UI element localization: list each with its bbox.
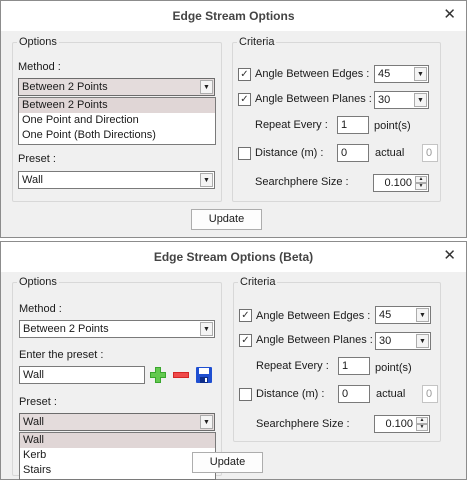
repeat-input-value: 1	[341, 119, 348, 131]
chevron-down-icon[interactable]: ▼	[414, 93, 427, 107]
distance-input[interactable]: 0	[337, 144, 369, 162]
method-label: Method :	[18, 61, 61, 73]
title-bar: Edge Stream Options (Beta) ✕	[1, 242, 466, 272]
repeat-unit-label: point(s)	[375, 362, 412, 374]
distance-checkbox[interactable]	[239, 388, 252, 401]
options-group-label: Options	[19, 276, 57, 288]
distance-input-value: 0	[341, 147, 348, 159]
preset-option[interactable]: Wall	[20, 433, 215, 448]
searchsphere-spinner[interactable]: 0.100 ▲ ▼	[373, 174, 429, 192]
repeat-input[interactable]: 1	[338, 357, 370, 375]
angle-edges-label: Angle Between Edges :	[255, 68, 370, 80]
method-select-value: Between 2 Points	[22, 81, 108, 93]
distance-label: Distance (m) :	[255, 147, 324, 159]
angle-edges-select[interactable]: 45 ▼	[375, 306, 431, 324]
method-select[interactable]: Between 2 Points ▼	[18, 78, 215, 96]
angle-planes-value: 30	[378, 94, 391, 106]
preset-select-value: Wall	[23, 416, 44, 428]
distance-checkbox[interactable]	[238, 147, 251, 160]
angle-planes-select[interactable]: 30 ▼	[375, 332, 431, 350]
options-group-label: Options	[19, 36, 57, 48]
angle-planes-checkbox[interactable]: ✓	[238, 93, 251, 106]
method-option[interactable]: Between 2 Points	[19, 98, 215, 113]
preset-dropdown-list: Wall Kerb Stairs	[19, 432, 216, 480]
repeat-label: Repeat Every :	[255, 119, 328, 131]
spin-down-icon[interactable]: ▼	[416, 424, 428, 431]
actual-label: actual	[376, 388, 406, 400]
searchsphere-label: Searchphere Size :	[255, 176, 349, 188]
chevron-down-icon[interactable]: ▼	[414, 67, 427, 81]
preset-option[interactable]: Kerb	[20, 448, 215, 463]
searchsphere-value: 0.100	[384, 177, 412, 189]
method-select[interactable]: Between 2 Points ▼	[19, 320, 215, 338]
enter-preset-label: Enter the preset :	[19, 349, 104, 361]
actual-input: 0	[422, 385, 438, 403]
close-icon[interactable]: ✕	[443, 7, 456, 23]
searchsphere-spinner[interactable]: 0.100 ▲ ▼	[374, 415, 430, 433]
actual-input: 0	[422, 144, 438, 162]
spin-up-icon[interactable]: ▲	[415, 176, 427, 183]
preset-name-input[interactable]: Wall	[19, 366, 145, 384]
method-select-value: Between 2 Points	[23, 323, 109, 335]
criteria-group-label: Criteria	[240, 276, 276, 288]
angle-edges-checkbox[interactable]: ✓	[238, 68, 251, 81]
close-icon[interactable]: ✕	[443, 248, 456, 264]
angle-edges-select[interactable]: 45 ▼	[374, 65, 429, 83]
chevron-down-icon[interactable]: ▼	[416, 308, 429, 322]
spin-up-icon[interactable]: ▲	[416, 417, 428, 424]
searchsphere-value: 0.100	[385, 418, 413, 430]
edge-stream-options-beta-window: Edge Stream Options (Beta) ✕ Options Met…	[0, 241, 467, 480]
actual-input-value: 0	[426, 388, 433, 400]
plus-icon[interactable]	[148, 365, 168, 385]
window-title: Edge Stream Options	[172, 9, 295, 23]
preset-select-value: Wall	[22, 174, 43, 186]
actual-label: actual	[375, 147, 405, 159]
angle-planes-label: Angle Between Planes :	[255, 93, 372, 105]
chevron-down-icon[interactable]: ▼	[200, 173, 213, 187]
preset-label: Preset :	[18, 153, 56, 165]
searchsphere-label: Searchphere Size :	[256, 418, 350, 430]
method-dropdown-list: Between 2 Points One Point and Direction…	[18, 97, 216, 145]
preset-option[interactable]: Stairs	[20, 463, 215, 478]
angle-edges-checkbox[interactable]: ✓	[239, 309, 252, 322]
repeat-input[interactable]: 1	[337, 116, 369, 134]
repeat-label: Repeat Every :	[256, 360, 329, 372]
method-option[interactable]: One Point and Direction	[19, 113, 215, 128]
angle-edges-label: Angle Between Edges :	[256, 310, 371, 322]
chevron-down-icon[interactable]: ▼	[200, 80, 213, 94]
criteria-group-label: Criteria	[239, 36, 275, 48]
chevron-down-icon[interactable]: ▼	[416, 334, 429, 348]
distance-input-value: 0	[342, 388, 349, 400]
distance-label: Distance (m) :	[256, 388, 325, 400]
actual-input-value: 0	[426, 147, 433, 159]
angle-edges-value: 45	[379, 309, 392, 321]
distance-input[interactable]: 0	[338, 385, 370, 403]
minus-icon[interactable]	[171, 365, 191, 385]
method-label: Method :	[19, 303, 62, 315]
repeat-unit-label: point(s)	[374, 120, 411, 132]
spin-down-icon[interactable]: ▼	[415, 183, 427, 190]
angle-planes-checkbox[interactable]: ✓	[239, 334, 252, 347]
angle-planes-select[interactable]: 30 ▼	[374, 91, 429, 109]
preset-name-input-value: Wall	[23, 369, 44, 381]
angle-planes-label: Angle Between Planes :	[256, 334, 373, 346]
angle-planes-value: 30	[379, 335, 392, 347]
update-button[interactable]: Update	[192, 452, 263, 473]
chevron-down-icon[interactable]: ▼	[200, 415, 213, 429]
edge-stream-options-window: Edge Stream Options ✕ Options Method : B…	[0, 0, 467, 238]
chevron-down-icon[interactable]: ▼	[200, 322, 213, 336]
title-bar: Edge Stream Options ✕	[1, 1, 466, 31]
window-title: Edge Stream Options (Beta)	[153, 250, 314, 264]
angle-edges-value: 45	[378, 68, 391, 80]
preset-select[interactable]: Wall ▼	[19, 413, 215, 431]
update-button[interactable]: Update	[191, 209, 262, 230]
repeat-input-value: 1	[342, 360, 349, 372]
preset-select[interactable]: Wall ▼	[18, 171, 215, 189]
preset-label: Preset :	[19, 396, 57, 408]
save-icon[interactable]	[194, 365, 214, 385]
method-option[interactable]: One Point (Both Directions)	[19, 128, 215, 143]
